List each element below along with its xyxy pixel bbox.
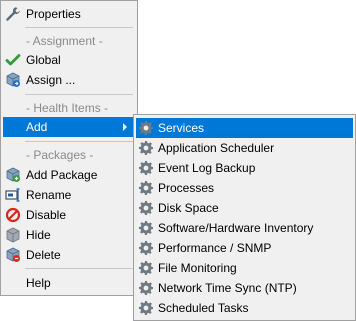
context-menu: Properties - Assignment - Global Assign … [0,0,138,296]
submenu-item-label: Disk Space [158,201,219,215]
menu-item-properties[interactable]: Properties [3,4,135,24]
menu-item-assign[interactable]: Assign ... [3,70,135,90]
menu-item-add-package[interactable]: Add Package [3,165,135,185]
group-header-health-items: - Health Items - [26,101,109,115]
menu-item-disable[interactable]: Disable [3,205,135,225]
submenu-item[interactable]: Services [136,118,353,138]
submenu-item-label: Processes [158,181,215,195]
gear-icon [138,160,154,176]
gear-icon [138,240,154,256]
gear-icon [138,280,154,296]
gear-icon [138,140,154,156]
gear-icon [138,300,154,316]
menu-item-label: Rename [26,188,72,202]
gear-icon [138,260,154,276]
submenu-item[interactable]: Performance / SNMP [136,238,353,258]
submenu-item-label: Application Scheduler [158,141,275,155]
menu-item-label: Hide [26,228,51,242]
disable-icon [5,207,21,223]
checkmark-icon [5,52,21,68]
submenu-item-label: Performance / SNMP [158,241,272,255]
submenu-item-label: Scheduled Tasks [158,301,249,315]
menu-item-hide[interactable]: Hide [3,225,135,245]
submenu-item-label: Software/Hardware Inventory [158,221,314,235]
submenu-item[interactable]: Event Log Backup [136,158,353,178]
group-header-assignment: - Assignment - [26,34,103,48]
menu-item-label: Properties [26,7,81,21]
submenu-item[interactable]: Processes [136,178,353,198]
menu-item-rename[interactable]: Rename [3,185,135,205]
package-add-icon [5,167,21,183]
menu-item-label: Add [26,120,48,134]
gear-icon [138,180,154,196]
menu-separator [25,27,133,28]
submenu-item[interactable]: Disk Space [136,198,353,218]
menu-separator [25,268,133,269]
menu-item-global[interactable]: Global [3,50,135,70]
submenu-arrow-icon [123,123,127,131]
menu-item-label: Delete [26,248,61,262]
menu-item-label: Disable [26,208,67,222]
rename-icon [5,187,21,203]
gear-icon [138,200,154,216]
menu-item-label: Help [26,276,51,290]
add-submenu: Services Application Scheduler Event Log B… [133,114,356,321]
package-hide-icon [5,227,21,243]
submenu-item[interactable]: File Monitoring [136,258,353,278]
group-header-packages: - Packages - [26,148,94,162]
submenu-item-label: File Monitoring [158,261,237,275]
submenu-item-label: Event Log Backup [158,161,256,175]
gear-icon [138,120,154,136]
menu-item-delete[interactable]: Delete [3,245,135,265]
menu-item-label: Global [26,53,61,67]
menu-item-add[interactable]: Add [3,117,135,137]
submenu-item[interactable]: Network Time Sync (NTP) [136,278,353,298]
menu-separator [25,94,133,95]
menu-item-label: Assign ... [26,73,76,87]
submenu-item-label: Network Time Sync (NTP) [158,281,297,295]
submenu-item[interactable]: Application Scheduler [136,138,353,158]
gear-icon [138,220,154,236]
menu-item-help[interactable]: Help [3,273,135,293]
submenu-item[interactable]: Software/Hardware Inventory [136,218,353,238]
menu-item-label: Add Package [26,168,98,182]
menu-separator [25,141,133,142]
wrench-icon [5,6,21,22]
submenu-item[interactable]: Scheduled Tasks [136,298,353,318]
submenu-item-label: Services [158,121,205,135]
package-delete-icon [5,247,21,263]
package-assign-icon [5,72,21,88]
